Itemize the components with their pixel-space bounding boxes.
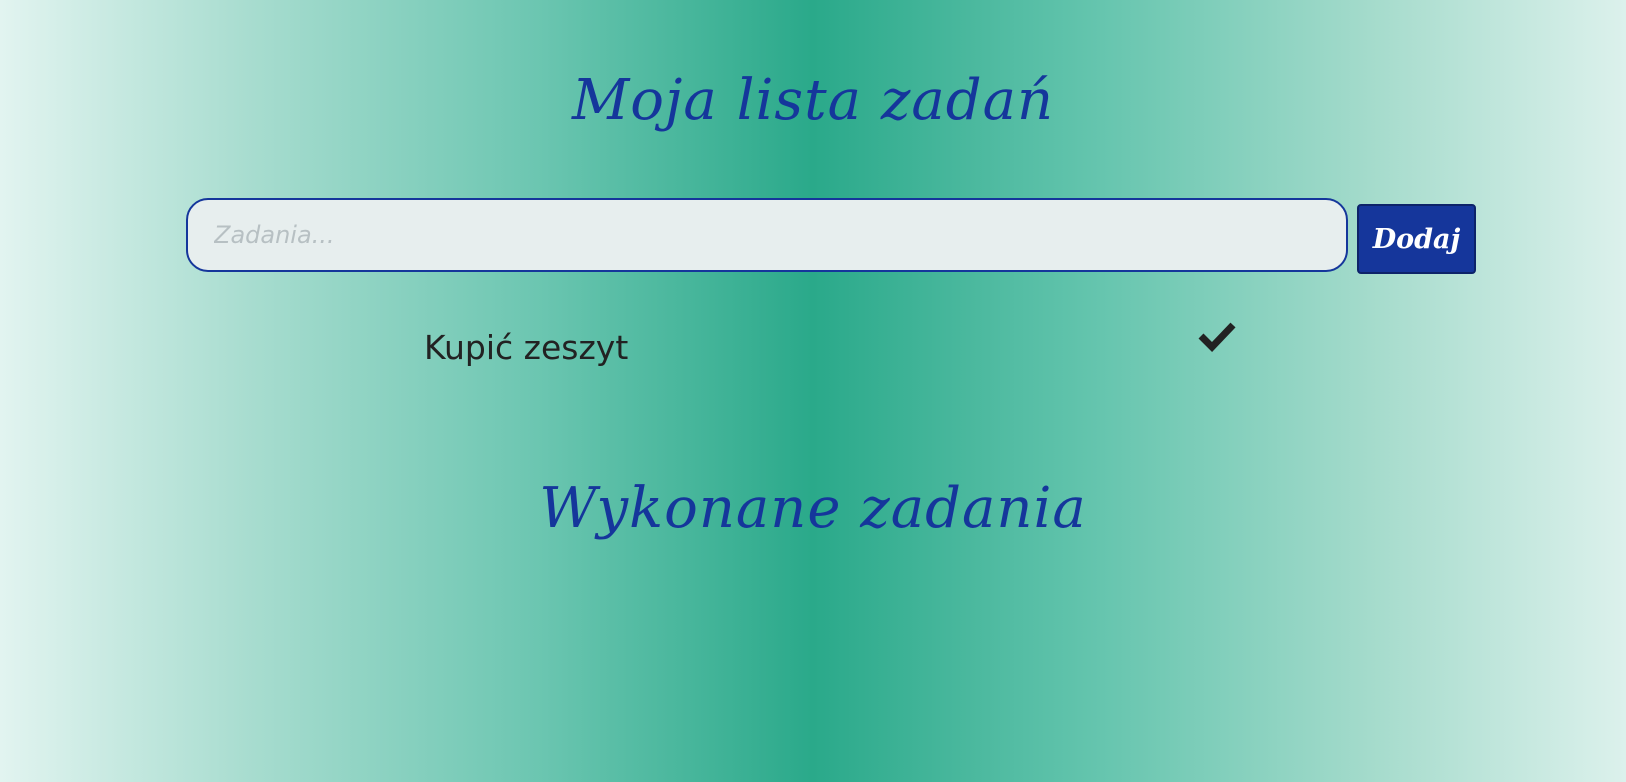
- list-item: Kupić zeszyt: [424, 318, 1244, 378]
- task-input[interactable]: [186, 198, 1348, 272]
- complete-task-button[interactable]: [1198, 318, 1238, 354]
- task-text: Kupić zeszyt: [424, 328, 629, 367]
- add-task-form: Dodaj: [186, 198, 1476, 276]
- task-list: Kupić zeszyt: [424, 318, 1244, 378]
- check-icon: [1198, 322, 1236, 352]
- page-title: Moja lista zadań: [571, 68, 1055, 133]
- done-section-title: Wykonane zadania: [539, 476, 1087, 541]
- add-button[interactable]: Dodaj: [1357, 204, 1476, 274]
